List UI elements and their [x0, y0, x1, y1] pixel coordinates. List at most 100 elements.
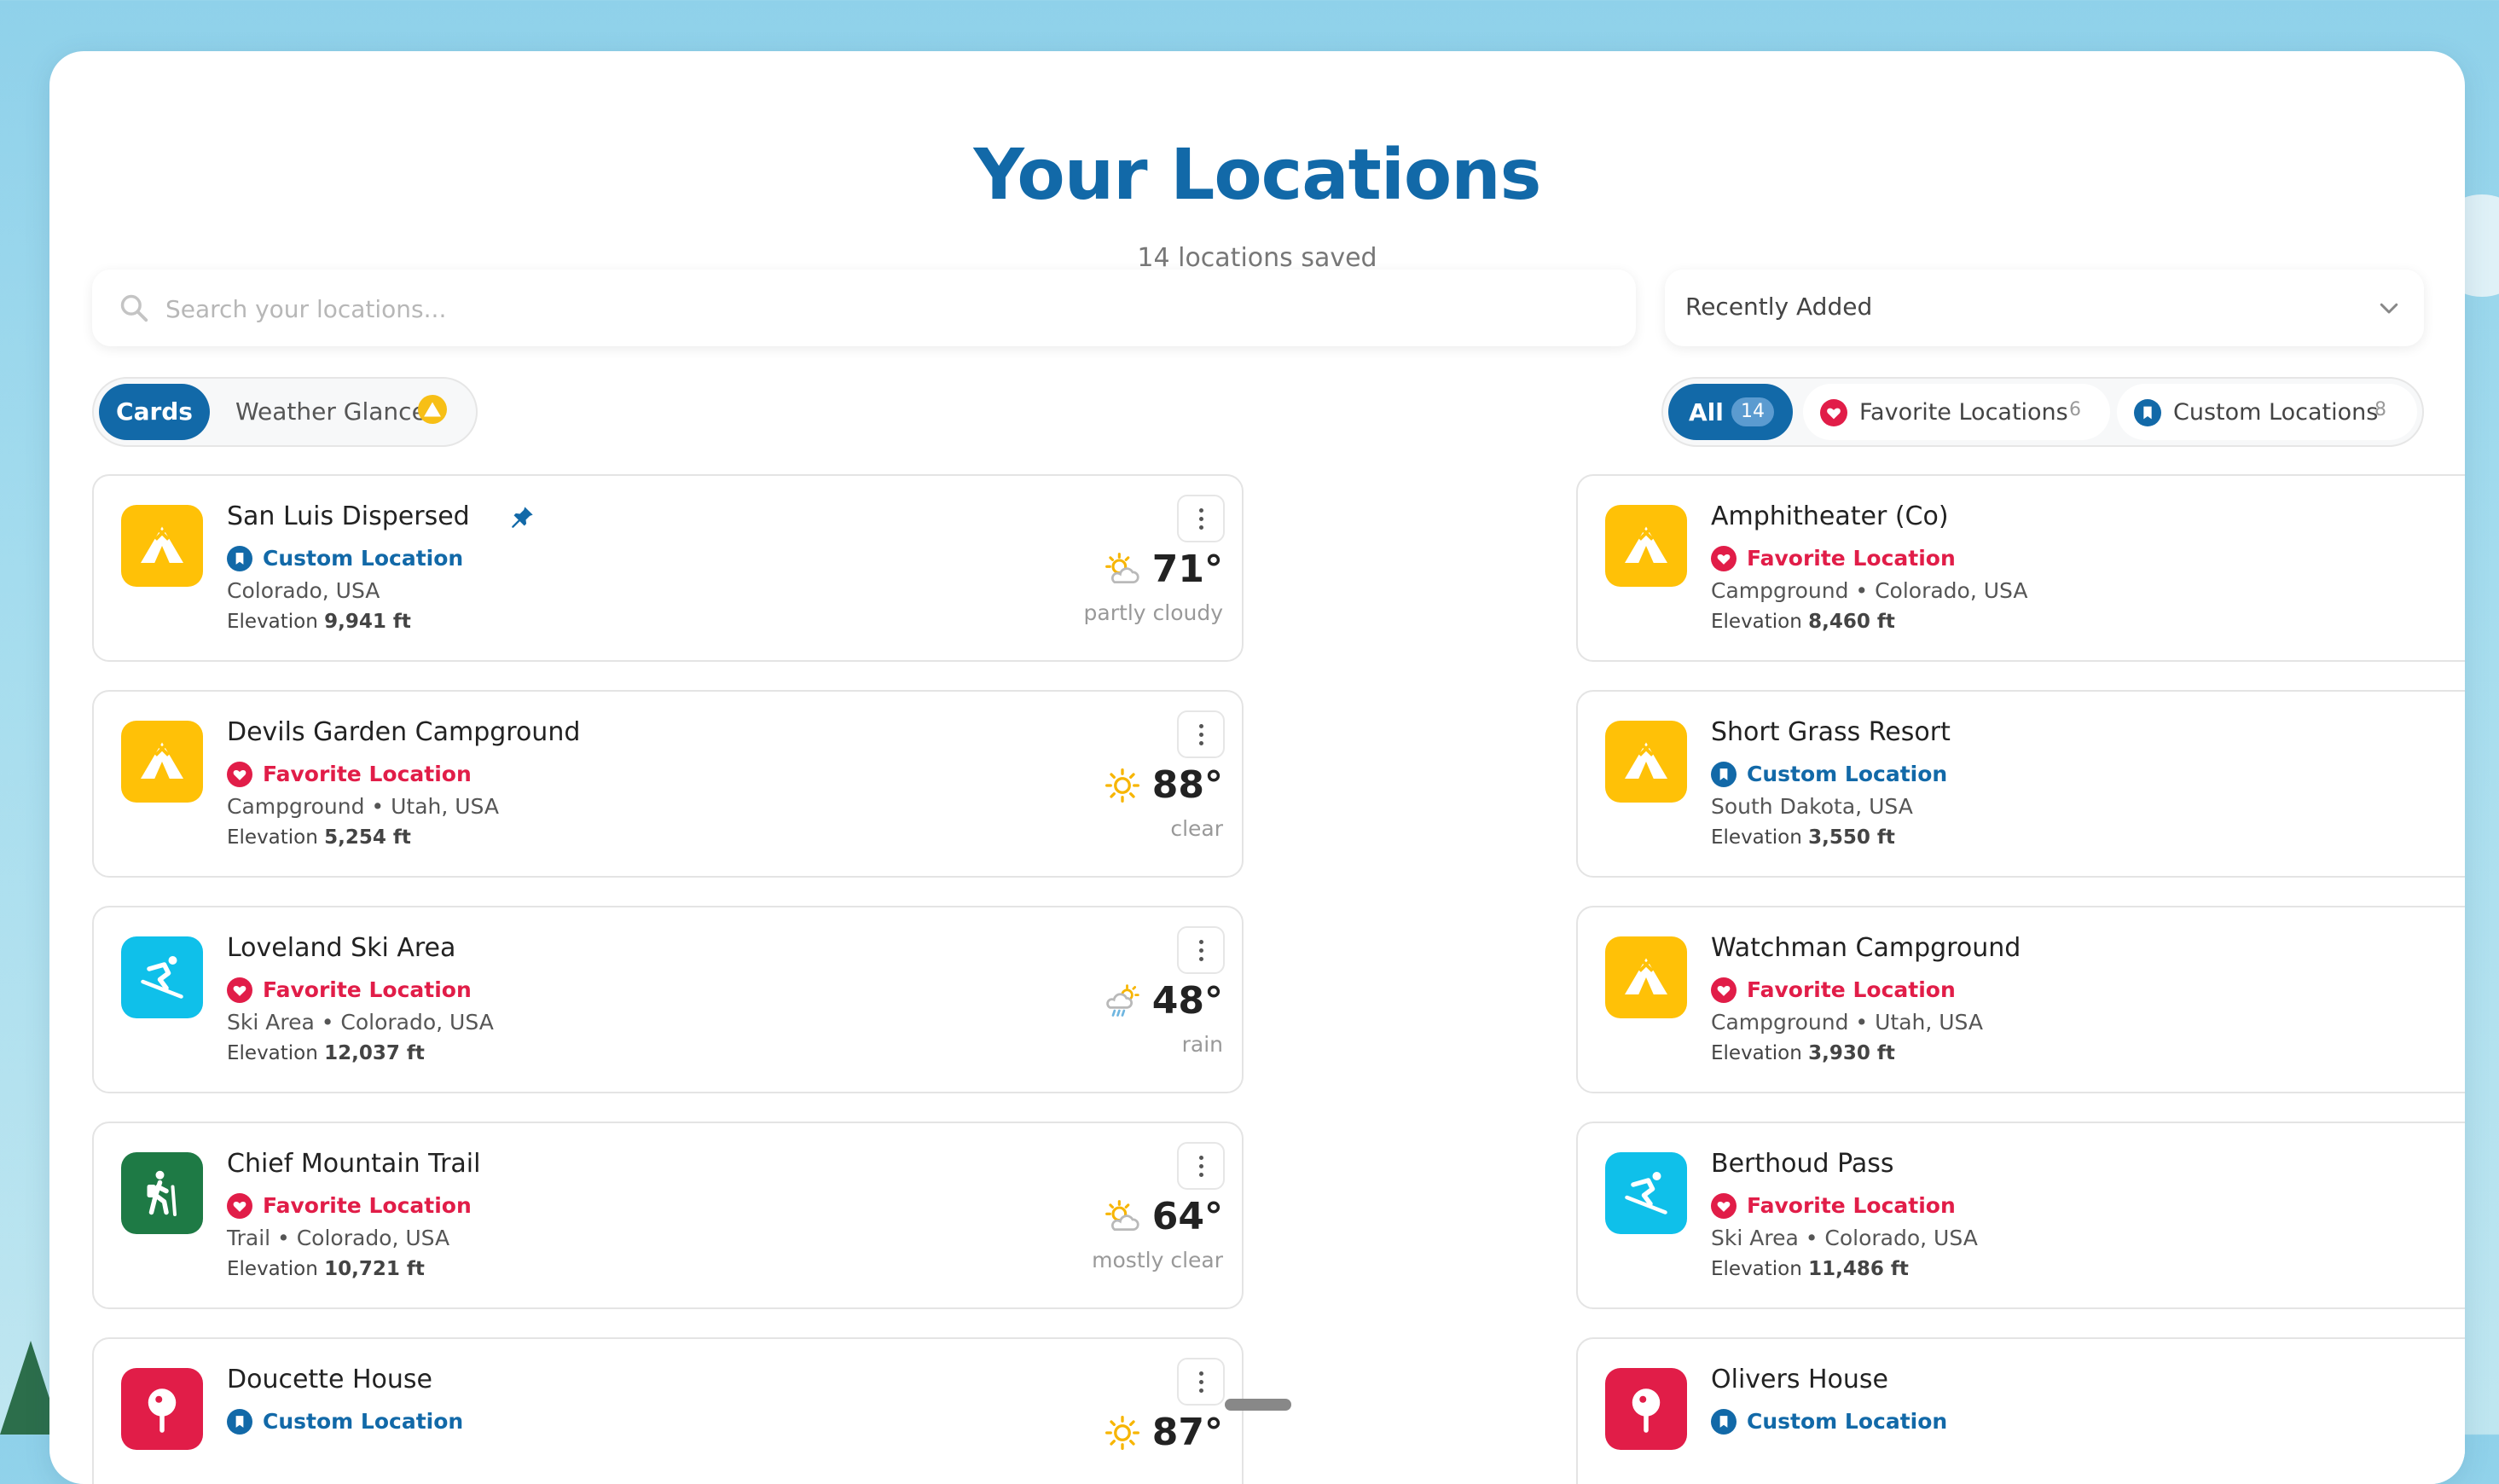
- location-name: Loveland Ski Area: [227, 933, 456, 963]
- view-toggle: Cards Weather Glance: [92, 377, 478, 447]
- more-options-button[interactable]: [1177, 1142, 1225, 1190]
- sort-select[interactable]: Recently Added: [1665, 270, 2424, 346]
- filter-favorite-label: Favorite Locations: [1859, 399, 2068, 426]
- more-options-button[interactable]: [1177, 926, 1225, 974]
- tab-cards[interactable]: Cards: [99, 384, 210, 440]
- heart-icon: [1711, 546, 1737, 571]
- filter-custom-count: 8: [2374, 399, 2386, 420]
- search-bar[interactable]: [92, 270, 1636, 348]
- filter-favorite[interactable]: Favorite Locations 6: [1803, 384, 2110, 440]
- elevation-label: Elevation: [227, 1042, 318, 1064]
- location-card[interactable]: Short Grass Resort Custom Location South D…: [1576, 690, 2465, 878]
- campground-icon: [121, 721, 203, 803]
- location-elevation: Elevation 3,550 ft: [1711, 826, 1895, 849]
- location-elevation: Elevation 12,037 ft: [227, 1042, 425, 1064]
- elevation-label: Elevation: [227, 826, 318, 849]
- location-name: Watchman Campground: [1711, 933, 2021, 963]
- campground-icon: [1605, 936, 1687, 1018]
- location-type-label: Favorite Location: [263, 977, 472, 1002]
- tab-weather-glance[interactable]: Weather Glance: [235, 397, 426, 426]
- page-title: Your Locations: [973, 135, 1542, 216]
- search-input[interactable]: [164, 270, 1617, 348]
- map-pin-icon: [121, 1368, 203, 1450]
- location-elevation: Elevation 11,486 ft: [1711, 1258, 1909, 1280]
- search-icon: [120, 294, 148, 322]
- location-card[interactable]: Loveland Ski Area Favorite Location Ski Ar…: [92, 906, 1244, 1093]
- heart-icon: [1711, 977, 1737, 1003]
- hiker-icon: [121, 1152, 203, 1234]
- campground-icon: [121, 505, 203, 587]
- locations-count: 14 locations saved: [1137, 243, 1377, 273]
- location-card[interactable]: Chief Mountain Trail Favorite Location Tra…: [92, 1122, 1244, 1309]
- filter-all-label: All: [1689, 398, 1724, 426]
- skier-icon: [121, 936, 203, 1018]
- location-name: Short Grass Resort: [1711, 717, 1951, 747]
- weather-condition: partly cloudy: [1083, 600, 1223, 625]
- location-card[interactable]: San Luis Dispersed Custom Location Colorad…: [92, 474, 1244, 662]
- temperature: 88°: [1151, 763, 1223, 807]
- sun-icon: [1104, 1414, 1141, 1452]
- scroll-handle[interactable]: [1225, 1399, 1291, 1411]
- filter-custom[interactable]: Custom Locations 8: [2117, 384, 2417, 440]
- location-elevation: Elevation 10,721 ft: [227, 1258, 425, 1280]
- temperature: 87°: [1151, 1411, 1223, 1454]
- elevation-value: 12,037 ft: [324, 1042, 425, 1064]
- elevation-value: 11,486 ft: [1808, 1258, 1909, 1280]
- temperature: 64°: [1151, 1195, 1223, 1238]
- location-card[interactable]: Doucette House Custom Location 87°: [92, 1337, 1244, 1484]
- location-elevation: Elevation 8,460 ft: [1711, 611, 1895, 633]
- location-name: Amphitheater (Co): [1711, 501, 1949, 531]
- location-name: Doucette House: [227, 1365, 432, 1394]
- location-elevation: Elevation 5,254 ft: [227, 826, 411, 849]
- elevation-label: Elevation: [227, 611, 318, 633]
- location-card[interactable]: Olivers HouseCustom Location93°: [1576, 1337, 2465, 1484]
- rain-icon: [1104, 983, 1141, 1020]
- weather-condition: rain: [1181, 1032, 1223, 1057]
- location-region: Colorado, USA: [227, 578, 380, 603]
- more-options-button[interactable]: [1177, 495, 1225, 542]
- campground-icon: [1605, 721, 1687, 803]
- location-type-label: Custom Location: [1747, 762, 1948, 786]
- weather-condition: mostly clear: [1092, 1248, 1223, 1272]
- heart-icon: [227, 762, 252, 787]
- bookmark-icon: [227, 1409, 252, 1435]
- location-region: Ski Area • Colorado, USA: [1711, 1226, 1978, 1250]
- pin-icon: [511, 505, 535, 529]
- weather-condition: clear: [1170, 816, 1223, 841]
- location-type-label: Custom Location: [263, 546, 464, 571]
- locations-panel: Your Locations 14 locations saved Recent…: [49, 51, 2465, 1484]
- location-region: Ski Area • Colorado, USA: [227, 1010, 494, 1035]
- temperature: 71°: [1151, 548, 1223, 591]
- elevation-label: Elevation: [1711, 826, 1802, 849]
- location-type-label: Favorite Location: [263, 762, 472, 786]
- elevation-label: Elevation: [1711, 1042, 1802, 1064]
- elevation-value: 3,550 ft: [1808, 826, 1895, 849]
- location-card[interactable]: Amphitheater (Co) Favorite Location Campgr…: [1576, 474, 2465, 662]
- location-type-label: Custom Location: [263, 1409, 464, 1434]
- skier-icon: [1605, 1152, 1687, 1234]
- location-name: Chief Mountain Trail: [227, 1149, 481, 1179]
- location-type-label: Favorite Location: [1747, 1193, 1956, 1218]
- location-name: Berthoud Pass: [1711, 1149, 1894, 1179]
- location-elevation: Elevation 3,930 ft: [1711, 1042, 1895, 1064]
- location-type-label: Custom Location: [1747, 1409, 1948, 1434]
- elevation-value: 3,930 ft: [1808, 1042, 1895, 1064]
- location-card[interactable]: Watchman Campground Favorite Location Camp…: [1576, 906, 2465, 1093]
- location-type-label: Favorite Location: [1747, 977, 1956, 1002]
- filter-pills: All 14 Favorite Locations 6 Custom Locat…: [1661, 377, 2424, 447]
- location-card[interactable]: Devils Garden Campground Favorite Locatio…: [92, 690, 1244, 878]
- location-name: Olivers House: [1711, 1365, 1889, 1394]
- more-options-button[interactable]: [1177, 1358, 1225, 1406]
- location-card[interactable]: Berthoud Pass Favorite Location Ski Area •…: [1576, 1122, 2465, 1309]
- filter-all[interactable]: All 14: [1668, 384, 1793, 440]
- location-region: Campground • Colorado, USA: [1711, 578, 2028, 603]
- location-name: Devils Garden Campground: [227, 717, 581, 747]
- location-elevation: Elevation 9,941 ft: [227, 611, 411, 633]
- location-region: South Dakota, USA: [1711, 794, 1913, 819]
- heart-icon: [1711, 1193, 1737, 1219]
- location-name: San Luis Dispersed: [227, 501, 470, 531]
- more-options-button[interactable]: [1177, 710, 1225, 758]
- filter-all-count: 14: [1731, 397, 1774, 426]
- map-pin-icon: [1605, 1368, 1687, 1450]
- bookmark-icon: [227, 546, 252, 571]
